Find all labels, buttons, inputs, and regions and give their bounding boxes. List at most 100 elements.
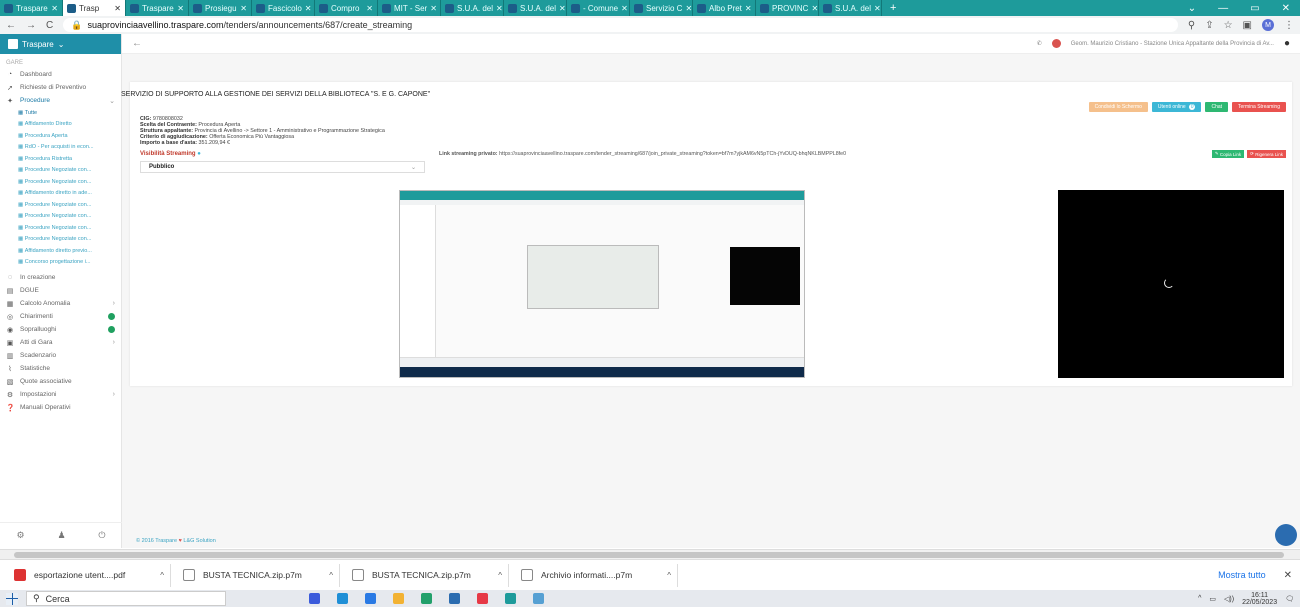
sidebar-item[interactable]: ⚙ Impostazioni ›	[0, 388, 121, 401]
close-icon[interactable]: ✕	[177, 4, 184, 13]
sidebar-subitem[interactable]: ▦ Concorso progettazione i...	[0, 257, 121, 269]
browser-tab[interactable]: Trasp ✕	[63, 0, 126, 16]
sidebar-footer-icon[interactable]: ♟	[57, 530, 65, 541]
sidebar-item[interactable]: ❓ Manuali Operativi	[0, 401, 121, 414]
browser-tab[interactable]: S.U.A. del ✕	[504, 0, 567, 16]
close-icon[interactable]: ✕	[305, 4, 312, 13]
close-icon[interactable]: ✕	[559, 4, 566, 13]
browser-tab[interactable]: Fascicolo ✕	[252, 0, 315, 16]
sidebar-item[interactable]: ◔ Dashboard	[0, 68, 121, 81]
sidebar-item[interactable]: ➚ Richieste di Preventivo	[0, 81, 121, 94]
browser-tab[interactable]: Compro ✕	[315, 0, 378, 16]
streaming-action-button[interactable]: Utenti online 0	[1151, 102, 1202, 112]
sidebar-item[interactable]: ◌ In creazione	[0, 271, 121, 284]
close-icon[interactable]: ✕	[240, 4, 247, 13]
chevron-up-icon[interactable]: ^	[160, 571, 164, 580]
taskbar-app-icon[interactable]	[393, 593, 404, 604]
taskbar-app-icon[interactable]	[337, 593, 348, 604]
sidebar-item[interactable]: ▣ Atti di Gara ›	[0, 336, 121, 349]
close-icon[interactable]: ✕	[430, 4, 437, 13]
notification-icon[interactable]: 🗨	[1285, 595, 1294, 603]
close-icon[interactable]: ✕	[51, 4, 58, 13]
notification-bell-icon[interactable]	[1051, 39, 1061, 48]
sidebar-item[interactable]: ⌇ Statistiche	[0, 362, 121, 375]
browser-tab[interactable]: S.U.A. del ✕	[441, 0, 504, 16]
sidebar-subitem[interactable]: ▦ Procedure Negoziate con...	[0, 211, 121, 223]
sidebar-subitem[interactable]: ▦ Procedure Negoziate con...	[0, 222, 121, 234]
browser-tab[interactable]: S.U.A. del ✕	[819, 0, 882, 16]
streaming-action-button[interactable]: Termina Streaming	[1232, 102, 1286, 112]
assistant-avatar-icon[interactable]	[1275, 524, 1297, 546]
streaming-action-button[interactable]: Condividi lo Schermo	[1088, 102, 1148, 112]
chevron-up-icon[interactable]: ^	[667, 571, 671, 580]
download-item[interactable]: esportazione utent....pdf ^	[8, 563, 171, 587]
chevron-up-icon[interactable]: ^	[1198, 595, 1201, 602]
sidebar-item[interactable]: ◎ Chiarimenti	[0, 310, 121, 323]
browser-tab[interactable]: Prosiegu ✕	[189, 0, 252, 16]
sidebar-item[interactable]: ▦ Calcolo Anomalia ›	[0, 297, 121, 310]
windows-start-icon[interactable]	[6, 592, 18, 605]
close-icon[interactable]: ✕	[811, 4, 818, 13]
sidebar-subitem[interactable]: ▦ Affidamento diretto previo...	[0, 245, 121, 257]
minimize-icon[interactable]: —	[1218, 3, 1228, 14]
sidebar-subitem[interactable]: ▦ Affidamento diretto in ade...	[0, 188, 121, 200]
chevron-up-icon[interactable]: ^	[329, 571, 333, 580]
user-avatar-icon[interactable]: ●	[1284, 38, 1290, 49]
taskbar-app-icon[interactable]	[449, 593, 460, 604]
close-icon[interactable]: ✕	[685, 4, 692, 13]
network-icon[interactable]: ▭	[1209, 595, 1216, 603]
browser-tab[interactable]: Servizio C ✕	[630, 0, 693, 16]
close-icon[interactable]: ✕	[745, 4, 752, 13]
close-icon[interactable]: ✕	[621, 4, 628, 13]
sidebar-subitem[interactable]: ▦ Procedure Negoziate con...	[0, 234, 121, 246]
browser-tab[interactable]: PROVINC ✕	[756, 0, 819, 16]
help-icon[interactable]: ●	[197, 151, 201, 157]
scrollbar-thumb[interactable]	[14, 552, 1284, 558]
sidepanel-icon[interactable]: ▣	[1243, 20, 1252, 31]
chevron-up-icon[interactable]: ^	[498, 571, 502, 580]
show-all-downloads-button[interactable]: Mostra tutto	[1218, 570, 1266, 580]
close-icon[interactable]: ✕	[1282, 3, 1290, 14]
browser-tab[interactable]: Traspare ✕	[0, 0, 63, 16]
back-icon[interactable]: ←	[6, 20, 16, 31]
close-icon[interactable]: ✕	[366, 4, 373, 13]
taskbar-search[interactable]: ⚲ Cerca	[26, 591, 226, 606]
regenerate-link-button[interactable]: ⟳ Rigenera Link	[1247, 150, 1286, 158]
browser-tab[interactable]: Albo Pret ✕	[693, 0, 756, 16]
sidebar-item[interactable]: ▥ Scadenzario	[0, 349, 121, 362]
download-item[interactable]: BUSTA TECNICA.zip.p7m ^	[346, 563, 509, 587]
sidebar-footer-icon[interactable]: ⚙	[16, 530, 24, 541]
close-icon[interactable]: ✕	[1272, 570, 1292, 581]
new-tab-button[interactable]: +	[882, 2, 904, 14]
download-item[interactable]: BUSTA TECNICA.zip.p7m ^	[177, 563, 340, 587]
sidebar-item[interactable]: ▧ Quote associative	[0, 375, 121, 388]
download-item[interactable]: Archivio informati....p7m ^	[515, 563, 678, 587]
sidebar-subitem[interactable]: ▦ RdO - Per acquisti in econ...	[0, 142, 121, 154]
taskbar-app-icon[interactable]	[477, 593, 488, 604]
volume-icon[interactable]: ◁))	[1224, 595, 1234, 603]
visibility-select[interactable]: Pubblico ⌄	[140, 161, 425, 173]
taskbar-app-icon[interactable]	[505, 593, 516, 604]
forward-icon[interactable]: →	[26, 20, 36, 31]
sidebar-subitem[interactable]: ▦ Tutte	[0, 107, 121, 119]
reload-icon[interactable]: C	[46, 20, 53, 31]
maximize-icon[interactable]: ▭	[1250, 3, 1259, 14]
zoom-icon[interactable]: ⚲	[1188, 20, 1195, 31]
sidebar-subitem[interactable]: ▦ Procedure Negoziate con...	[0, 176, 121, 188]
clock[interactable]: 16:11 22/05/2023	[1242, 592, 1277, 606]
close-icon[interactable]: ✕	[114, 4, 121, 13]
taskbar-app-icon[interactable]	[365, 593, 376, 604]
sidebar-subitem[interactable]: ▦ Affidamento Diretto	[0, 119, 121, 131]
browser-tab[interactable]: - Comune ✕	[567, 0, 630, 16]
streaming-action-button[interactable]: Chat	[1205, 102, 1229, 112]
browser-tab[interactable]: MIT - Ser ✕	[378, 0, 441, 16]
back-arrow-icon[interactable]: ←	[132, 38, 142, 49]
footer-company[interactable]: L&G Solution	[183, 538, 215, 544]
brand-menu[interactable]: Traspare ⌄	[0, 34, 121, 54]
chevron-down-icon[interactable]: ⌄	[1188, 3, 1196, 14]
taskbar-app-icon[interactable]	[421, 593, 432, 604]
url-input[interactable]: 🔒 suaprovinciaavellino.traspare.com /ten…	[63, 18, 1178, 32]
star-icon[interactable]: ☆	[1224, 20, 1233, 31]
sidebar-subitem[interactable]: ▦ Procedure Negoziate con...	[0, 199, 121, 211]
taskbar-app-icon[interactable]	[533, 593, 544, 604]
